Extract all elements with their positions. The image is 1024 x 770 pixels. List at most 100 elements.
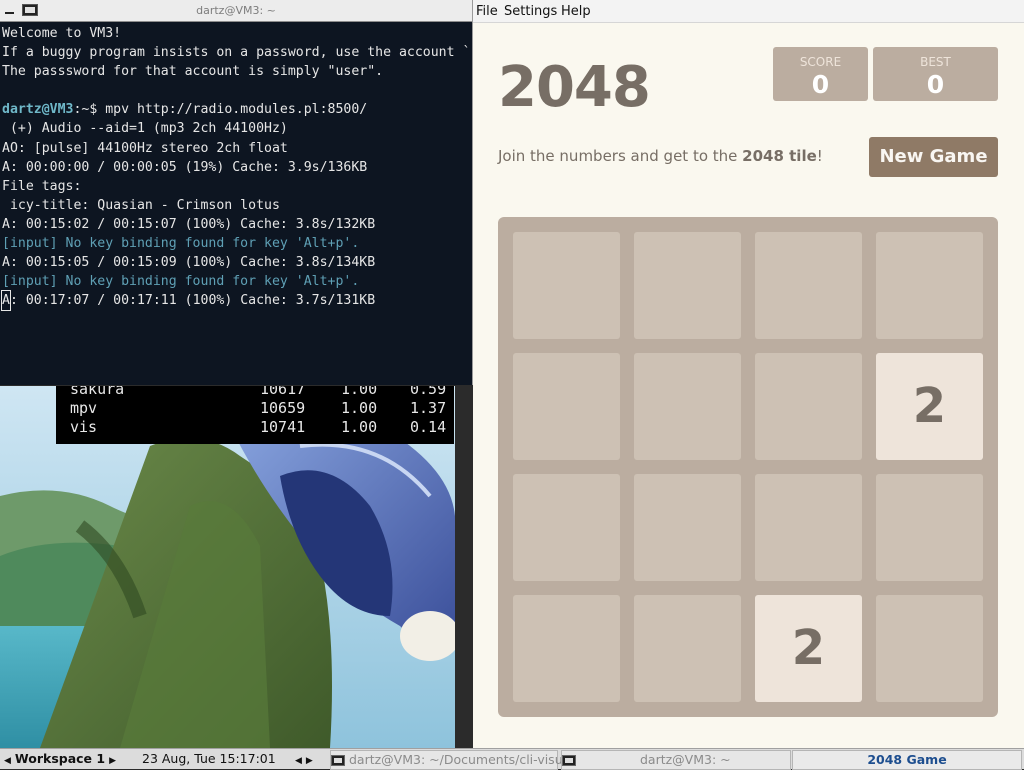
text-cursor: A bbox=[1, 290, 11, 312]
score-box: SCORE 0 bbox=[773, 47, 868, 101]
terminal-line: A: 00:00:00 / 00:00:05 (19%) Cache: 3.9s… bbox=[2, 158, 472, 177]
empty-cell bbox=[876, 232, 983, 339]
terminal-window[interactable]: dartz@VM3: ~ Welcome to VM3! If a buggy p… bbox=[0, 0, 473, 385]
terminal-line-text: (+) Audio --aid=1 (mp3 2ch 44100Hz) bbox=[2, 121, 288, 137]
terminal-line-text: :~$ mpv http://radio.modules.pl:8500/ bbox=[73, 102, 368, 118]
empty-cell bbox=[513, 474, 620, 581]
empty-cell bbox=[876, 595, 983, 702]
game-intro: Join the numbers and get to the 2048 til… bbox=[498, 147, 823, 165]
terminal-line: File tags: bbox=[2, 177, 472, 196]
terminal-line-text: The passsword for that account is simply… bbox=[2, 64, 384, 80]
terminal-line-text: Welcome to VM3! bbox=[2, 26, 122, 41]
taskbar: ◀ Workspace 1 ▶ 23 Aug, Tue 15:17:01 ◀ ▶… bbox=[0, 748, 1024, 770]
workspace-label: Workspace 1 bbox=[14, 751, 106, 766]
task-label: dartz@VM3: ~ bbox=[639, 752, 731, 767]
tile: 2 bbox=[755, 595, 862, 702]
process-row: vis 10741 1.00 0.14 bbox=[56, 418, 454, 443]
terminal-line-text: A: 00:15:02 / 00:15:07 (100%) Cache: 3.8… bbox=[2, 216, 376, 232]
terminal-line-text: [input] No key binding found for key 'Al… bbox=[2, 236, 360, 252]
terminal-line: The passsword for that account is simply… bbox=[2, 62, 472, 81]
task-next-icon[interactable]: ▶ bbox=[306, 756, 313, 766]
process-cell: 1.00 bbox=[341, 399, 378, 417]
next-workspace-icon[interactable]: ▶ bbox=[109, 756, 116, 766]
task-label: dartz@VM3: ~/Documents/cli-visualize bbox=[348, 752, 592, 767]
game-title: 2048 bbox=[498, 55, 651, 120]
terminal-icon bbox=[562, 755, 576, 766]
new-game-button[interactable]: New Game bbox=[869, 137, 998, 177]
process-row: sakura 10617 1.00 0.59 bbox=[56, 386, 454, 405]
intro-suffix: ! bbox=[816, 147, 823, 165]
terminal-line-text: icy-title: Quasian - Crimson lotus bbox=[2, 197, 280, 213]
process-cell: 0.14 bbox=[410, 418, 447, 436]
task-button-2048[interactable]: 2048 Game bbox=[792, 750, 1022, 770]
terminal-line: [input] No key binding found for key 'Al… bbox=[2, 272, 472, 291]
terminal-line-text: A: 00:15:05 / 00:15:09 (100%) Cache: 3.8… bbox=[2, 255, 376, 271]
empty-cell bbox=[755, 232, 862, 339]
terminal-line: Welcome to VM3! bbox=[2, 24, 472, 43]
menu-bar: File Settings Help bbox=[473, 0, 1024, 23]
process-cell: 1.00 bbox=[341, 386, 378, 398]
process-cell: 10617 bbox=[260, 386, 306, 398]
task-nav[interactable]: ◀ ▶ bbox=[295, 750, 313, 768]
process-cell: 10741 bbox=[260, 418, 306, 436]
empty-cell bbox=[634, 232, 741, 339]
process-list: sakura 10617 1.00 0.59 mpv 10659 1.00 1.37 vis 10… bbox=[56, 386, 454, 444]
terminal-line-text: A: 00:00:00 / 00:00:05 (19%) Cache: 3.9s… bbox=[2, 159, 368, 175]
empty-cell bbox=[634, 353, 741, 460]
process-row: mpv 10659 1.00 1.37 bbox=[56, 399, 454, 424]
empty-cell bbox=[634, 595, 741, 702]
clock: 23 Aug, Tue 15:17:01 bbox=[142, 751, 276, 766]
terminal-line: (+) Audio --aid=1 (mp3 2ch 44100Hz) bbox=[2, 119, 472, 138]
task-prev-icon[interactable]: ◀ bbox=[295, 756, 302, 766]
empty-cell bbox=[513, 232, 620, 339]
terminal-icon bbox=[331, 755, 345, 766]
prev-workspace-icon[interactable]: ◀ bbox=[4, 756, 11, 766]
best-box: BEST 0 bbox=[873, 47, 998, 101]
terminal-line: A: 00:15:02 / 00:15:07 (100%) Cache: 3.8… bbox=[2, 215, 472, 234]
terminal-line-text: File tags: bbox=[2, 178, 82, 194]
process-cell: vis bbox=[70, 418, 98, 436]
terminal-line: icy-title: Quasian - Crimson lotus bbox=[2, 196, 472, 215]
best-label: BEST bbox=[920, 55, 951, 69]
menu-help[interactable]: Help bbox=[561, 4, 591, 19]
terminal-line: If a buggy program insists on a password… bbox=[2, 43, 472, 62]
process-cell: sakura bbox=[70, 386, 125, 398]
menu-settings[interactable]: Settings bbox=[504, 4, 557, 19]
intro-text: Join the numbers and get to the bbox=[498, 147, 743, 165]
empty-cell bbox=[513, 595, 620, 702]
menu-file[interactable]: File bbox=[476, 4, 498, 19]
process-cell: 1.00 bbox=[341, 418, 378, 436]
terminal-line-text: If a buggy program insists on a password… bbox=[2, 45, 471, 61]
terminal-line: dartz@VM3:~$ mpv http://radio.modules.pl… bbox=[2, 100, 472, 119]
terminal-line: [input] No key binding found for key 'Al… bbox=[2, 234, 472, 253]
score-value: 0 bbox=[811, 70, 830, 99]
score-label: SCORE bbox=[799, 55, 842, 69]
game-board[interactable]: 22 bbox=[498, 217, 998, 717]
terminal-output[interactable]: Welcome to VM3! If a buggy program insist… bbox=[0, 22, 472, 384]
task-button-terminal[interactable]: dartz@VM3: ~ bbox=[561, 750, 791, 770]
workspace-switcher[interactable]: ◀ Workspace 1 ▶ bbox=[4, 750, 116, 768]
terminal-line: A: 00:17:07 / 00:17:11 (100%) Cache: 3.7… bbox=[1, 290, 472, 312]
process-cell: 1.37 bbox=[410, 399, 447, 417]
terminal-titlebar[interactable]: dartz@VM3: ~ bbox=[0, 0, 472, 22]
empty-cell bbox=[755, 474, 862, 581]
terminal-line-text: [input] No key binding found for key 'Al… bbox=[2, 274, 360, 290]
terminal-line: A: 00:15:05 / 00:15:09 (100%) Cache: 3.8… bbox=[2, 253, 472, 272]
terminal-line: AO: [pulse] 44100Hz stereo 2ch float bbox=[2, 139, 472, 158]
intro-bold: 2048 tile bbox=[742, 147, 817, 165]
empty-cell bbox=[755, 353, 862, 460]
empty-cell bbox=[513, 353, 620, 460]
tile: 2 bbox=[876, 353, 983, 460]
empty-cell bbox=[634, 474, 741, 581]
prompt-user: dartz@VM3 bbox=[2, 102, 74, 118]
task-button-cli-visualize[interactable]: dartz@VM3: ~/Documents/cli-visualize bbox=[330, 750, 591, 770]
terminal-title: dartz@VM3: ~ bbox=[196, 4, 276, 17]
process-cell: mpv bbox=[70, 399, 98, 417]
process-cell: 10659 bbox=[260, 399, 306, 417]
empty-cell bbox=[876, 474, 983, 581]
best-value: 0 bbox=[926, 70, 945, 99]
terminal-line-text: AO: [pulse] 44100Hz stereo 2ch float bbox=[2, 140, 288, 156]
game-window[interactable]: File Settings Help 2048 SCORE 0 BEST 0 J… bbox=[473, 0, 1024, 748]
process-cell: 0.59 bbox=[410, 386, 447, 398]
